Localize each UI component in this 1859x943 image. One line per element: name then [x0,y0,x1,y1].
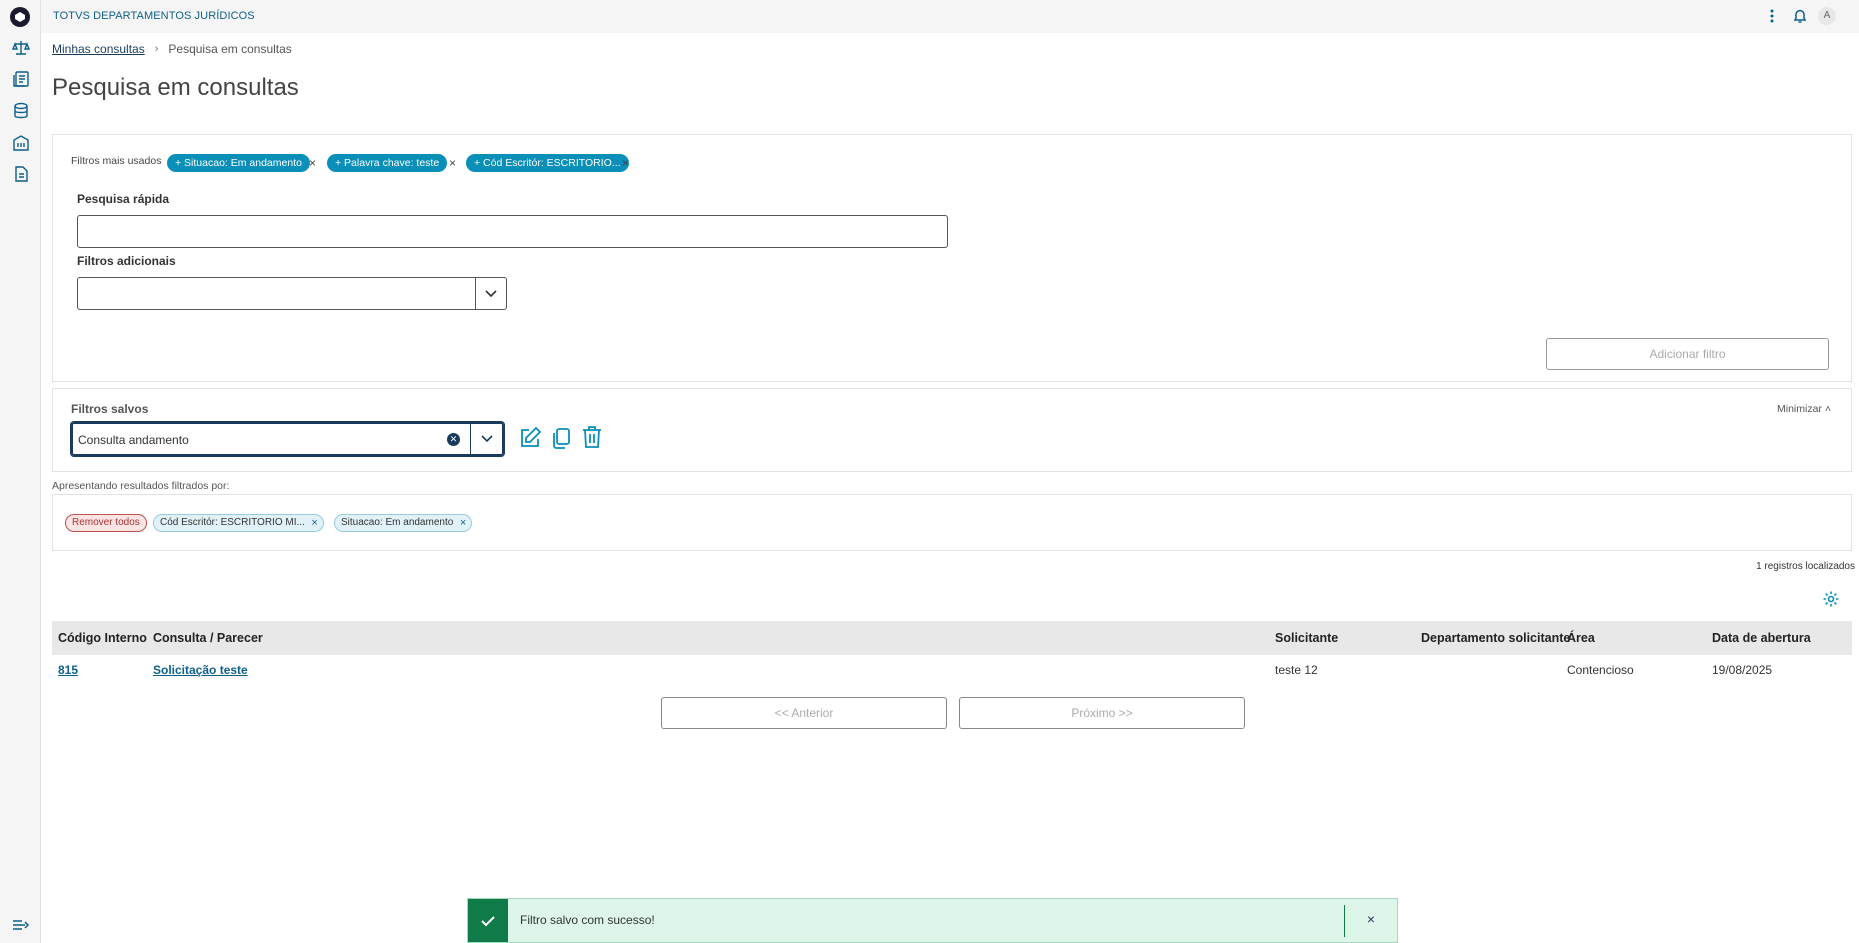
active-filters-panel: Remover todos Cód Escritór: ESCRITORIO M… [52,494,1852,551]
table-header: Código Interno Consulta / Parecer Solici… [52,621,1852,655]
active-filter-chip[interactable]: Situacao: Em andamento × [334,514,473,532]
row-solicitante: teste 12 [1275,663,1318,677]
saved-filter-select[interactable]: Consulta andamento ✕ [71,422,504,456]
close-icon[interactable]: × [309,156,316,170]
column-header[interactable]: Área [1567,631,1595,645]
edit-icon[interactable] [518,426,542,450]
row-code-link[interactable]: 815 [58,663,78,677]
chevron-right-icon: › [154,43,159,55]
clear-icon[interactable]: ✕ [447,433,460,446]
user-avatar[interactable]: A [1818,7,1836,25]
quick-search-label: Pesquisa rápida [77,192,170,206]
totvs-logo[interactable] [9,6,31,28]
chevron-down-icon[interactable] [475,278,506,309]
copy-icon[interactable] [549,426,573,450]
close-icon[interactable]: × [449,156,456,170]
saved-filters-panel: Filtros salvos Minimizar ˄ Consulta anda… [52,388,1852,472]
chevron-up-icon: ˄ [1824,403,1831,415]
header: TOTVS DEPARTAMENTOS JURÍDICOS A [41,0,1859,33]
active-filter-label: Situacao: Em andamento [341,517,454,528]
minimize-label: Minimizar [1777,403,1822,415]
breadcrumb-current: Pesquisa em consultas [168,42,292,56]
close-icon[interactable]: × [622,156,629,170]
trash-icon[interactable] [580,425,604,449]
quick-search-input[interactable] [77,215,948,248]
table-row: 815 Solicitação teste teste 12 Contencio… [52,655,1852,685]
quick-filter-chip-escritorio[interactable]: + Cód Escritór: ESCRITORIO... [466,154,629,172]
breadcrumb: Minhas consultas › Pesquisa em consultas [52,42,292,56]
check-icon [468,899,508,942]
expand-menu-icon[interactable] [11,917,31,933]
close-icon[interactable]: × [1367,911,1375,927]
file-icon[interactable] [11,164,31,184]
results-filter-label: Apresentando resultados filtrados por: [52,480,230,492]
app-title: TOTVS DEPARTAMENTOS JURÍDICOS [53,10,255,22]
quick-filter-chip-palavra[interactable]: + Palavra chave: teste [327,154,448,172]
quick-filter-chip-situacao[interactable]: + Situacao: Em andamento [167,154,310,172]
sidebar [0,0,41,943]
column-header[interactable]: Solicitante [1275,631,1338,645]
additional-filters-label: Filtros adicionais [77,254,176,268]
column-header[interactable]: Código Interno [58,631,147,645]
close-icon[interactable]: × [460,515,466,531]
most-used-filters-label: Filtros mais usados [71,155,162,167]
row-data-abertura: 19/08/2025 [1712,663,1773,677]
document-list-icon[interactable] [11,69,31,89]
filters-panel: Filtros mais usados + Situacao: Em andam… [52,134,1852,382]
row-area: Contencioso [1567,663,1634,677]
column-header[interactable]: Departamento solicitante [1421,631,1570,645]
chevron-down-icon[interactable] [470,424,502,454]
close-icon[interactable]: × [311,515,317,531]
more-vertical-icon[interactable] [1763,7,1781,25]
column-header[interactable]: Consulta / Parecer [153,631,263,645]
minimize-button[interactable]: Minimizar ˄ [1777,403,1831,415]
results-count: 1 registros localizados [1756,561,1855,572]
building-icon[interactable] [11,133,31,153]
active-filter-label: Cód Escritór: ESCRITORIO MI... [160,517,305,528]
saved-filters-label: Filtros salvos [71,402,149,416]
column-header[interactable]: Data de abertura [1712,631,1811,645]
database-icon[interactable] [11,101,31,121]
breadcrumb-parent-link[interactable]: Minhas consultas [52,42,145,56]
next-page-button[interactable]: Próximo >> [959,697,1245,729]
success-toast: Filtro salvo com sucesso! × [467,898,1398,943]
additional-filters-select[interactable] [77,277,507,310]
bell-icon[interactable] [1791,7,1809,25]
row-consulta-link[interactable]: Solicitação teste [153,663,248,677]
toast-divider [1344,905,1345,937]
previous-page-button[interactable]: << Anterior [661,697,947,729]
add-filter-button[interactable]: Adicionar filtro [1546,338,1829,370]
page-title: Pesquisa em consultas [52,74,299,101]
scale-icon[interactable] [11,38,31,58]
results-table: Código Interno Consulta / Parecer Solici… [52,621,1852,685]
gear-icon[interactable] [1822,590,1840,608]
active-filter-chip[interactable]: Cód Escritór: ESCRITORIO MI... × [153,514,324,532]
saved-filter-value: Consulta andamento [78,433,189,447]
remove-all-button[interactable]: Remover todos [65,514,147,532]
toast-message: Filtro salvo com sucesso! [520,913,655,927]
